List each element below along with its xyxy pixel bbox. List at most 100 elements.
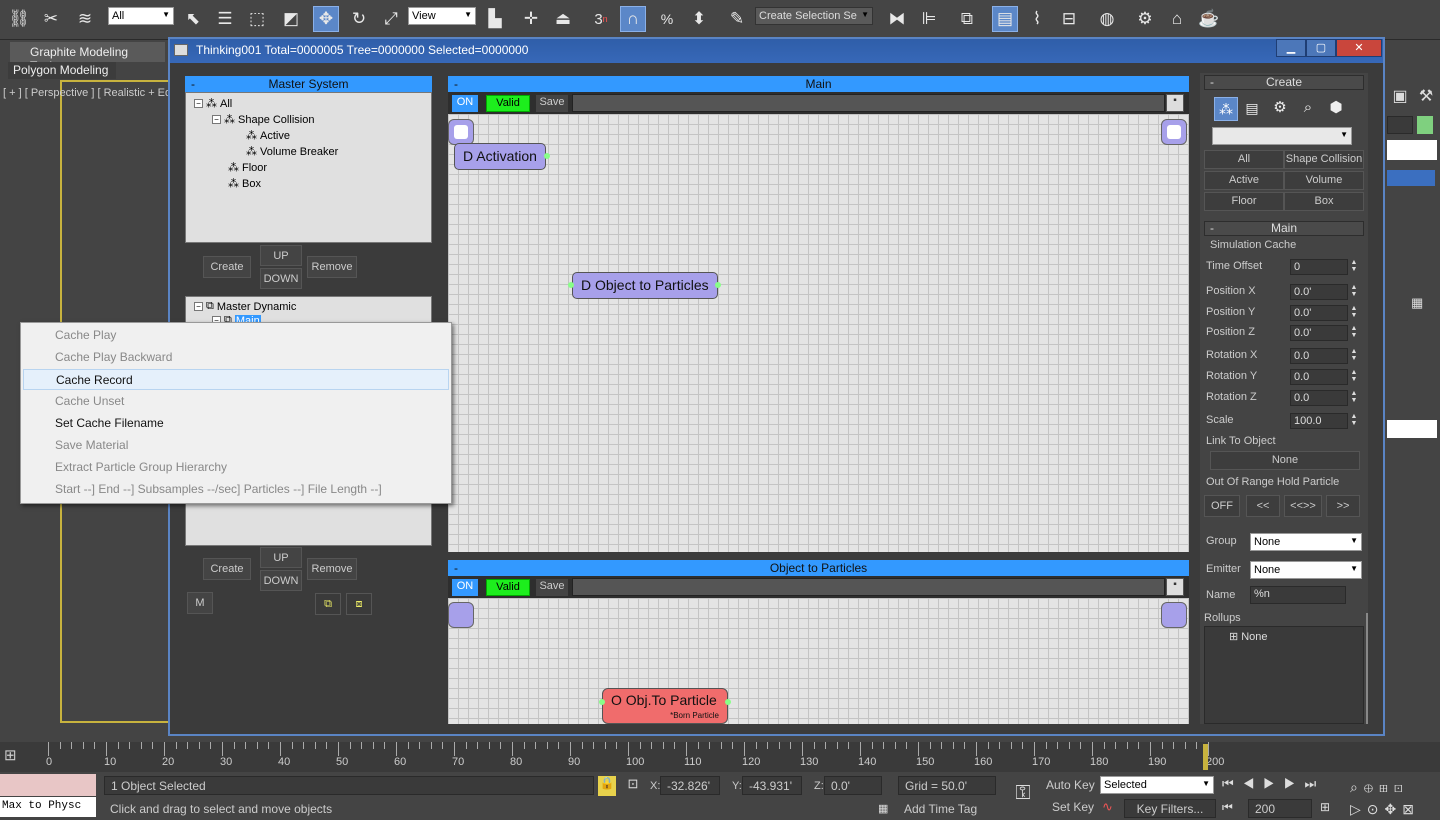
timeline-ruler[interactable]: 0 10 20 30 40 50 60 70 80 90 100 110 120 130 140 150 160… bbox=[46, 742, 1224, 772]
tree-item-box[interactable]: ⁂ Box bbox=[228, 177, 261, 191]
up-button[interactable]: UP bbox=[260, 245, 302, 266]
oor-back-button[interactable]: << bbox=[1246, 495, 1280, 517]
scale-icon[interactable]: ⤢ bbox=[378, 6, 404, 32]
position-x-spinner[interactable]: 0.0' bbox=[1290, 284, 1348, 300]
create-rollout-header[interactable]: - Create bbox=[1204, 75, 1364, 90]
rollups-list[interactable]: ⊞ None bbox=[1204, 626, 1364, 724]
rollup-item[interactable]: ⊞ None bbox=[1229, 630, 1268, 644]
key-mode-toggle-icon[interactable]: ⏮ bbox=[1222, 800, 1242, 818]
group-type-combo[interactable] bbox=[1212, 127, 1352, 145]
group-btn-shape-collision[interactable]: Shape Collision bbox=[1284, 150, 1364, 169]
spinner-arrows-icon[interactable]: ▲ ▼ bbox=[1349, 259, 1359, 275]
settings-icon[interactable]: ⚙ bbox=[1268, 97, 1292, 121]
keyboard-shortcut-icon[interactable]: ⏏ bbox=[550, 6, 576, 32]
cube-icon[interactable]: ⬢ bbox=[1324, 97, 1348, 121]
main-graph-header[interactable]: - Main bbox=[448, 76, 1189, 92]
snap-toggle-icon[interactable]: 3n bbox=[588, 6, 614, 32]
menu-item-set-cache-filename[interactable]: Set Cache Filename bbox=[23, 413, 449, 434]
render-setup-icon[interactable]: ⚙ bbox=[1132, 6, 1158, 32]
lock-selection-icon[interactable]: 🔒 bbox=[598, 776, 616, 796]
tree-item-master-dynamic[interactable]: − ⧉ Master Dynamic bbox=[194, 300, 296, 313]
otp-graph-menu-icon[interactable]: ▪ bbox=[1166, 578, 1184, 596]
rotation-y-spinner[interactable]: 0.0 bbox=[1290, 369, 1348, 385]
down-button[interactable]: DOWN bbox=[260, 268, 302, 289]
remove-button[interactable]: Remove bbox=[307, 256, 357, 278]
otp-graph-canvas[interactable]: O Obj.To Particle *Born Particle bbox=[448, 598, 1189, 724]
time-slider-marker[interactable] bbox=[1203, 744, 1208, 770]
ref-coord-combo[interactable]: View bbox=[408, 7, 476, 25]
rollout-scrollbar[interactable] bbox=[1366, 613, 1368, 724]
select-object-icon[interactable]: ⬉ bbox=[180, 6, 206, 32]
tree-item-floor[interactable]: ⁂ Floor bbox=[228, 161, 267, 175]
dynamic-down-button[interactable]: DOWN bbox=[260, 570, 302, 591]
on-toggle[interactable]: ON bbox=[452, 95, 478, 112]
otp-valid-indicator[interactable]: Valid bbox=[486, 579, 530, 596]
operator-icon[interactable]: ▤ bbox=[1240, 97, 1264, 121]
group-btn-volume-breaker[interactable]: Volume Breaker bbox=[1284, 171, 1364, 203]
otp-out-port[interactable] bbox=[715, 282, 721, 288]
paste-node-icon[interactable]: ⧈ bbox=[346, 593, 372, 615]
spinner-arrows-icon[interactable]: ▲ ▼ bbox=[1349, 413, 1359, 429]
close-button[interactable]: ✕ bbox=[1336, 39, 1382, 57]
select-by-name-icon[interactable]: ☰ bbox=[212, 6, 238, 32]
timeline[interactable]: ⊞ 0 10 20 30 40 50 60 70 80 90 100 110 120 130 140 150 1… bbox=[0, 742, 1440, 772]
copy-node-icon[interactable]: ⧉ bbox=[315, 593, 341, 615]
scale-spinner[interactable]: 100.0 bbox=[1290, 413, 1348, 429]
group-create-icon[interactable]: ⁂ bbox=[1214, 97, 1238, 121]
group-btn-floor[interactable]: Floor bbox=[1204, 192, 1284, 211]
activation-out-port[interactable] bbox=[544, 153, 550, 159]
y-coord-field[interactable]: -43.931' bbox=[742, 776, 802, 795]
ribbon-tab[interactable]: Graphite Modeling Tools bbox=[10, 42, 165, 73]
otp-graph-header[interactable]: - Object to Particles bbox=[448, 560, 1189, 576]
bg-combo-2[interactable] bbox=[1387, 420, 1437, 438]
maxscript-listener-top[interactable] bbox=[0, 774, 96, 796]
current-frame-field[interactable]: 200 bbox=[1248, 799, 1312, 818]
oor-both-button[interactable]: <<>> bbox=[1284, 495, 1322, 517]
edit-named-sel-icon[interactable]: ✎ bbox=[724, 6, 750, 32]
collapse-icon[interactable]: - bbox=[191, 76, 195, 92]
maxscript-listener[interactable]: Max to Physc bbox=[0, 797, 96, 817]
valid-indicator[interactable]: Valid bbox=[486, 95, 530, 112]
collapse-icon[interactable]: - bbox=[1210, 76, 1214, 89]
collapse-icon[interactable]: − bbox=[194, 99, 203, 108]
auto-key-button[interactable]: Auto Key bbox=[1046, 778, 1096, 796]
angle-snap-icon[interactable]: ∩ bbox=[620, 6, 646, 32]
otp-graph-name-field[interactable] bbox=[572, 578, 1165, 596]
percent-snap-icon[interactable]: % bbox=[654, 6, 680, 32]
maximize-button[interactable]: ▢ bbox=[1306, 39, 1336, 57]
collapse-icon[interactable]: − bbox=[194, 302, 203, 311]
otp-on-toggle[interactable]: ON bbox=[452, 579, 478, 596]
tree-item-active[interactable]: ⁂ Active bbox=[246, 129, 290, 143]
schematic-view-icon[interactable]: ⊟ bbox=[1056, 6, 1082, 32]
otp-node-in-port[interactable] bbox=[599, 699, 605, 705]
collapse-icon[interactable]: - bbox=[454, 76, 458, 92]
obj-to-particle-node[interactable]: O Obj.To Particle *Born Particle bbox=[602, 688, 728, 724]
graph-name-field[interactable] bbox=[572, 94, 1165, 112]
rotate-icon[interactable]: ↻ bbox=[346, 6, 372, 32]
collapse-icon[interactable]: - bbox=[1210, 222, 1214, 235]
collapse-icon[interactable]: - bbox=[454, 560, 458, 576]
group-btn-box[interactable]: Box bbox=[1284, 192, 1364, 211]
group-btn-active[interactable]: Active bbox=[1204, 171, 1284, 190]
tree-item-shape-collision[interactable]: − ⁂ Shape Collision bbox=[212, 113, 314, 126]
named-selection-combo[interactable]: Create Selection Se bbox=[755, 7, 873, 25]
curve-editor-icon[interactable]: ⌇ bbox=[1024, 6, 1050, 32]
menu-item-cache-play-backward[interactable]: Cache Play Backward bbox=[23, 347, 449, 368]
rotation-x-spinner[interactable]: 0.0 bbox=[1290, 348, 1348, 364]
mirror-icon[interactable]: ⧓ bbox=[884, 6, 910, 32]
selection-filter-combo[interactable]: All bbox=[108, 7, 174, 25]
link-icon[interactable]: ⛓ bbox=[6, 6, 32, 32]
bg-combo[interactable] bbox=[1387, 140, 1437, 160]
otp-save-button[interactable]: Save bbox=[536, 579, 568, 596]
mini-curve-editor-icon[interactable]: ⊞ bbox=[4, 746, 28, 766]
main-rollout-header[interactable]: - Main bbox=[1204, 221, 1364, 236]
search-icon[interactable]: ⌕ bbox=[1296, 97, 1320, 121]
utilities-icon[interactable]: ⚒ bbox=[1415, 86, 1437, 108]
layer-manager-icon[interactable]: ⧉ bbox=[954, 6, 980, 32]
dynamic-create-button[interactable]: Create bbox=[203, 558, 251, 580]
unlink-icon[interactable]: ✂ bbox=[38, 6, 64, 32]
save-button[interactable]: Save bbox=[536, 95, 568, 112]
playback-controls[interactable]: ⏮◀▶▶⏭ bbox=[1222, 776, 1352, 796]
dynamic-up-button[interactable]: UP bbox=[260, 547, 302, 568]
menu-item-cache-unset[interactable]: Cache Unset bbox=[23, 391, 449, 412]
